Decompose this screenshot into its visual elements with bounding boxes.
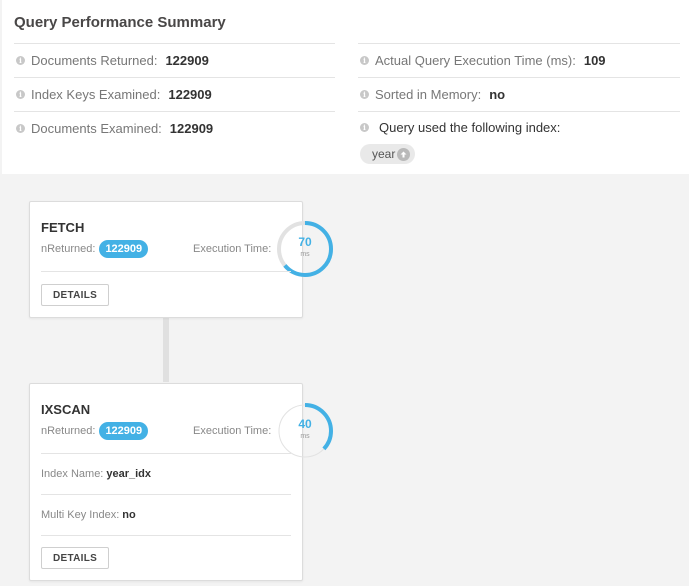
info-icon[interactable]: i <box>360 56 369 65</box>
stat-value: 122909 <box>169 121 214 136</box>
card-divider <box>41 453 291 454</box>
summary-title: Query Performance Summary <box>14 14 226 31</box>
execution-time-label: Execution Time: <box>193 243 272 255</box>
stat-value: no <box>489 87 506 102</box>
stat-documents-examined: i Documents Examined: 122909 <box>14 111 335 145</box>
index-name-value: year_idx <box>106 468 152 480</box>
card-divider <box>41 271 291 272</box>
stat-index-keys-examined: i Index Keys Examined: 122909 <box>14 77 335 111</box>
execution-time-gauge: 40 ms <box>276 402 334 460</box>
multikey-value: no <box>122 509 136 521</box>
stat-sorted-in-memory: i Sorted in Memory: no <box>358 77 680 111</box>
stage-card-fetch: FETCH nReturned: 122909 Execution Time: … <box>29 201 333 318</box>
details-button[interactable]: DETAILS <box>41 547 110 569</box>
nreturned: nReturned: 122909 <box>41 422 149 440</box>
summary-right-column: i Actual Query Execution Time (ms): 109 … <box>358 43 680 164</box>
nreturned-label: nReturned: <box>41 243 96 255</box>
index-pill[interactable]: year <box>360 144 416 164</box>
index-pill-name: year <box>372 147 396 161</box>
info-icon[interactable]: i <box>360 90 369 99</box>
stat-label: Actual Query Execution Time (ms): <box>375 53 576 68</box>
stage-card-ixscan: IXSCAN nReturned: 122909 Execution Time:… <box>29 383 333 581</box>
nreturned-badge: 122909 <box>99 422 149 440</box>
card-divider <box>41 494 291 495</box>
query-performance-summary: Query Performance Summary i Documents Re… <box>2 0 689 174</box>
stage-name: IXSCAN <box>41 402 91 417</box>
nreturned: nReturned: 122909 <box>41 240 149 258</box>
execution-time-unit: ms <box>300 433 310 440</box>
execution-time-unit: ms <box>300 251 310 258</box>
info-icon[interactable]: i <box>16 90 25 99</box>
execution-time-value: 40 <box>298 417 312 431</box>
stat-documents-returned: i Documents Returned: 122909 <box>14 43 335 77</box>
nreturned-badge: 122909 <box>99 240 149 258</box>
stat-label: Index Keys Examined: <box>31 87 161 102</box>
info-icon[interactable]: i <box>16 124 25 133</box>
stat-value: 122909 <box>168 87 212 102</box>
execution-time-value: 70 <box>298 235 312 249</box>
stat-value: 122909 <box>165 53 209 68</box>
index-used-line: i Query used the following index: <box>360 120 680 135</box>
stat-value: 109 <box>583 53 606 68</box>
details-button[interactable]: DETAILS <box>41 284 110 306</box>
index-name-field: Index Name: year_idx <box>41 468 151 480</box>
index-name-label: Index Name: <box>41 468 104 480</box>
execution-time-gauge: 70 ms <box>276 220 334 278</box>
summary-left-column: i Documents Returned: 122909 i Index Key… <box>14 43 335 145</box>
nreturned-label: nReturned: <box>41 425 96 437</box>
stat-label: Documents Examined: <box>31 121 162 136</box>
arrow-up-icon[interactable] <box>397 147 411 161</box>
execution-time-label: Execution Time: <box>193 425 272 437</box>
stat-index-used: i Query used the following index: year <box>358 111 680 164</box>
card-divider <box>41 535 291 536</box>
stage-name: FETCH <box>41 220 85 235</box>
info-icon[interactable]: i <box>16 56 25 65</box>
multikey-field: Multi Key Index: no <box>41 509 136 521</box>
info-icon[interactable]: i <box>360 123 369 132</box>
stat-execution-time: i Actual Query Execution Time (ms): 109 <box>358 43 680 77</box>
multikey-label: Multi Key Index: <box>41 509 120 521</box>
index-used-label: Query used the following index: <box>379 120 561 135</box>
stat-label: Documents Returned: <box>31 53 158 68</box>
stage-connector <box>163 318 169 382</box>
stat-label: Sorted in Memory: <box>375 87 482 102</box>
